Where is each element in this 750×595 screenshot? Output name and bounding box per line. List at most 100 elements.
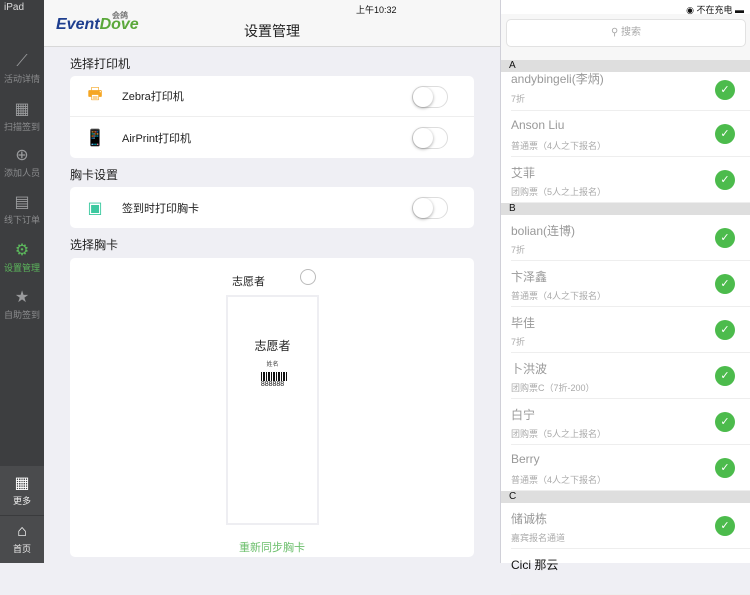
sidebar-item-self-checkin[interactable]: ★ 自助签到 (0, 288, 44, 321)
badge-settings-card: ▣ 签到时打印胸卡 (70, 187, 474, 228)
ticket-type: 团购票C（7折-200） (511, 383, 595, 393)
ticket-type: 普通票（4人之下报名） (511, 475, 607, 485)
gear-icon: ⚙ (14, 242, 30, 259)
airprint-toggle[interactable] (412, 127, 448, 149)
badge-name: 志愿者 (232, 276, 265, 288)
badge-settings-title: 胸卡设置 (70, 168, 119, 182)
sidebar-item-add-person[interactable]: ⊕ 添加人员 (0, 146, 44, 179)
sidebar-item-settings[interactable]: ⚙ 设置管理 (0, 241, 44, 274)
checked-in-icon: ✓ (715, 458, 735, 478)
checked-in-icon: ✓ (715, 124, 735, 144)
checked-in-icon: ✓ (715, 170, 735, 190)
device-label: iPad (4, 2, 25, 13)
barcode-icon (261, 372, 287, 381)
attendee-name: 毕佳 (511, 316, 536, 330)
more-button[interactable]: ▦ 更多 (0, 474, 44, 507)
divider (0, 515, 44, 516)
list-item[interactable]: 卞泽鑫普通票（4人之下报名） ✓ (511, 261, 750, 307)
badge-radio[interactable] (300, 269, 316, 285)
checked-in-icon: ✓ (715, 320, 735, 340)
header: 上午10:32 EventDove 会鸽 设置管理 (44, 0, 500, 47)
sidebar-item-label: 扫描签到 (3, 122, 40, 132)
badge-preview-code: 888888 (260, 381, 285, 388)
attendee-list[interactable]: Aandybingeli(李炳) 7折 ✓ Anson Liu 普通票（4人之下报名） ✓… (501, 60, 750, 595)
attendee-name: 白宁 (511, 408, 536, 422)
attendee-panel: ⚲ 搜索 ◉ 不在充电 ▬ Aandybingeli(李炳) 7折 ✓ Anson L… (500, 0, 750, 595)
print-badge-label: 签到时打印胸卡 (122, 202, 199, 215)
grid-icon: ▦ (14, 475, 30, 492)
list-item[interactable]: 卜洪波 团购票C（7折-200） ✓ (511, 353, 750, 399)
ticket-type: 普通票（4人之下报名） (511, 141, 607, 151)
attendee-name: Berry (511, 452, 540, 466)
home-button[interactable]: ⌂ 首页 (0, 522, 44, 555)
ticket-type: 嘉宾报名通道 (511, 533, 566, 543)
section-header: B (501, 203, 750, 215)
badge-preview-name: 姓名 (266, 362, 279, 368)
phone-wifi-icon: 📱 (85, 129, 105, 147)
ticket-type: 7折 (511, 94, 526, 104)
print-badge-toggle[interactable] (412, 197, 448, 219)
printer-label: AirPrint打印机 (122, 132, 192, 145)
search-bar: ⚲ 搜索 (501, 14, 750, 60)
sidebar-item-label: 添加人员 (3, 168, 40, 178)
list-item[interactable]: andybingeli(李炳) 7折 ✓ (511, 72, 750, 111)
list-item[interactable]: 毕佳 7折 ✓ (511, 307, 750, 353)
list-item[interactable]: bolian(连博) 7折 ✓ (511, 215, 750, 261)
chart-icon: ⟋ (16, 53, 28, 70)
attendee-name: 储诚栋 (511, 512, 548, 526)
home-icon: ⌂ (17, 523, 27, 540)
zebra-toggle[interactable] (412, 86, 448, 108)
search-icon: ⚲ (610, 27, 622, 38)
badge-select-title: 选择胸卡 (70, 238, 119, 252)
list-item[interactable]: Berry 普通票（4人之下报名） ✓ (511, 445, 750, 491)
sidebar-item-scan[interactable]: ▦ 扫描签到 (0, 100, 44, 133)
print-badge-row[interactable]: ▣ 签到时打印胸卡 (70, 187, 474, 228)
logo-cn: 会鸽 (112, 11, 128, 20)
qrcode-icon: ▦ (14, 101, 30, 118)
clipboard-icon: ▤ (14, 194, 30, 211)
attendee-name: 卞泽鑫 (511, 270, 548, 284)
ticket-type: 团购票（5人之上报名） (511, 187, 607, 197)
checked-in-icon: ✓ (715, 228, 735, 248)
attendee-name: 卜洪波 (511, 362, 548, 376)
printer-row-zebra[interactable]: 🖶 Zebra打印机 (70, 76, 474, 117)
ticket-type: 7折 (511, 245, 526, 255)
search-placeholder: 搜索 (621, 27, 642, 38)
id-card-icon: ▣ (87, 199, 103, 217)
sidebar-item-event-details[interactable]: ⟋ 活动详情 (0, 52, 44, 85)
home-label: 首页 (12, 544, 31, 554)
badge-preview-title: 志愿者 (254, 339, 291, 353)
list-item[interactable]: 白宁 团购票（5人之上报名） ✓ (511, 399, 750, 445)
sidebar-item-label: 活动详情 (3, 74, 40, 84)
printer-row-airprint[interactable]: 📱 AirPrint打印机 (70, 117, 474, 158)
attendee-name: andybingeli(李炳) (511, 72, 604, 86)
list-item[interactable]: Cici 那云 (511, 549, 750, 595)
sidebar-item-label: 自助签到 (3, 310, 40, 320)
ticket-type: 普通票（4人之下报名） (511, 291, 607, 301)
battery-status: ◉ 不在充电 ▬ (686, 5, 744, 15)
attendee-name: 艾菲 (511, 166, 536, 180)
checked-in-icon: ✓ (715, 412, 735, 432)
printer-label: Zebra打印机 (122, 91, 184, 103)
list-item[interactable]: Anson Liu 普通票（4人之下报名） ✓ (511, 111, 750, 157)
sidebar-item-label: 设置管理 (3, 263, 40, 273)
attendee-name: Cici 那云 (511, 558, 559, 572)
search-input[interactable]: ⚲ 搜索 (506, 19, 746, 47)
sidebar-item-offline-orders[interactable]: ▤ 线下订单 (0, 193, 44, 226)
attendee-name: bolian(连博) (511, 224, 576, 238)
checked-in-icon: ✓ (715, 274, 735, 294)
resync-badge-button[interactable]: 重新同步胸卡 (70, 539, 474, 555)
badge-preview[interactable]: 志愿者 姓名 888888 (226, 295, 319, 525)
add-user-icon: ⊕ (15, 147, 29, 164)
sidebar: iPad ⟋ 活动详情 ▦ 扫描签到 ⊕ 添加人员 ▤ 线下订单 ⚙ 设置管理 ★ 自助签到… (0, 0, 44, 563)
printer-card: 🖶 Zebra打印机 📱 AirPrint打印机 (70, 76, 474, 158)
list-item[interactable]: 艾菲团购票（5人之上报名） ✓ (511, 157, 750, 203)
bookmark-star-icon: ★ (14, 289, 30, 306)
clock: 上午10:32 (356, 5, 397, 15)
sidebar-item-label: 线下订单 (3, 215, 40, 225)
section-header: C (501, 491, 750, 503)
list-item[interactable]: 储诚栋 嘉宾报名通道 ✓ (511, 503, 750, 549)
ticket-type: 7折 (511, 337, 526, 347)
badge-select-card: 志愿者 志愿者 姓名 888888 重新同步胸卡 (70, 258, 474, 557)
battery-label: 不在充电 (696, 5, 733, 15)
